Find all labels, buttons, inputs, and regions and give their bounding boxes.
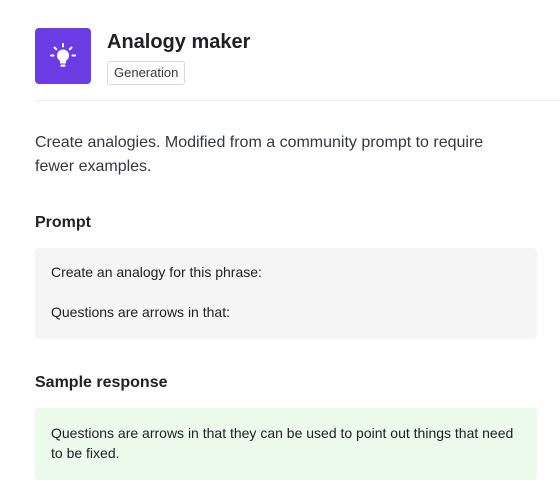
prompt-box: Create an analogy for this phrase: Quest… xyxy=(35,248,537,339)
description-text: Create analogies. Modified from a commun… xyxy=(35,134,484,175)
sample-response-text: Questions are arrows in that they can be… xyxy=(51,425,514,461)
header-text: Analogy maker Generation xyxy=(107,28,250,85)
lightbulb-icon xyxy=(50,43,76,67)
prompt-heading: Prompt xyxy=(35,214,91,231)
prompt-line: Questions are arrows in that: xyxy=(51,304,230,320)
example-header: Analogy maker Generation xyxy=(35,28,560,100)
sample-response-box: Questions are arrows in that they can be… xyxy=(35,408,537,480)
page-title: Analogy maker xyxy=(107,31,251,53)
header-divider xyxy=(35,100,560,101)
category-tag[interactable]: Generation xyxy=(107,61,186,85)
sample-response-heading: Sample response xyxy=(35,374,168,391)
prompt-line: Create an analogy for this phrase: xyxy=(51,264,262,280)
app-icon-tile xyxy=(35,28,91,84)
